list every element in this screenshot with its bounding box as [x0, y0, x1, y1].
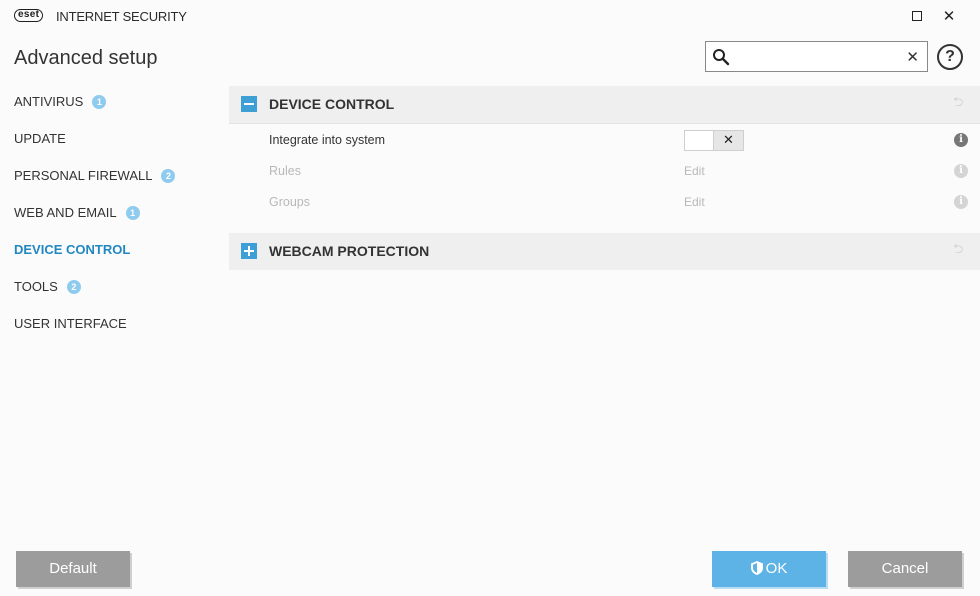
sidebar-item-user-interface[interactable]: USER INTERFACE [0, 305, 220, 342]
sidebar-item-tools[interactable]: TOOLS 2 [0, 268, 220, 305]
search-box: ✕ [705, 41, 928, 72]
page-title: Advanced setup [14, 47, 158, 69]
sidebar-item-personal-firewall[interactable]: PERSONAL FIREWALL 2 [0, 157, 220, 194]
sidebar-item-web-and-email[interactable]: WEB AND EMAIL 1 [0, 194, 220, 231]
maximize-button[interactable] [906, 6, 928, 26]
sidebar-item-label: WEB AND EMAIL [14, 205, 117, 220]
search-input[interactable] [736, 46, 901, 68]
maximize-icon [912, 11, 922, 21]
setting-label: Integrate into system [269, 133, 386, 147]
clear-search-icon[interactable]: ✕ [906, 47, 919, 67]
setting-row-groups: Groups Edit i [229, 187, 980, 217]
sidebar-item-label: TOOLS [14, 279, 58, 294]
setting-row-rules: Rules Edit i [229, 156, 980, 186]
section-title: DEVICE CONTROL [269, 96, 395, 112]
section-title: WEBCAM PROTECTION [269, 243, 430, 259]
section-header-device-control[interactable]: DEVICE CONTROL ⮌ [229, 86, 980, 123]
setting-row-integrate: Integrate into system ✕ i [229, 125, 980, 155]
sidebar-item-label: DEVICE CONTROL [14, 242, 131, 257]
revert-icon: ⮌ [953, 95, 964, 110]
notification-badge: 1 [92, 95, 107, 109]
sidebar-item-device-control[interactable]: DEVICE CONTROL [0, 231, 220, 268]
revert-icon: ⮌ [953, 242, 964, 257]
help-icon[interactable]: ? [937, 44, 963, 70]
notification-badge: 2 [66, 280, 81, 294]
ok-button[interactable]: OK [712, 551, 826, 587]
sidebar-item-label: ANTIVIRUS [14, 94, 84, 109]
divider [229, 123, 980, 124]
shield-icon [750, 561, 763, 575]
plus-icon[interactable] [241, 243, 257, 259]
product-name: INTERNET SECURITY [56, 9, 187, 24]
cancel-button[interactable]: Cancel [848, 551, 962, 587]
info-icon[interactable]: i [954, 195, 968, 209]
ok-label: OK [765, 560, 788, 577]
search-icon [713, 49, 730, 66]
notification-badge: 2 [161, 169, 176, 183]
info-icon[interactable]: i [954, 133, 968, 147]
eset-logo: eset [14, 9, 44, 22]
close-window-button[interactable]: ✕ [938, 6, 960, 26]
default-button[interactable]: Default [16, 551, 130, 587]
setting-label: Rules [269, 164, 301, 178]
minus-icon[interactable] [241, 96, 257, 112]
section-header-webcam-protection[interactable]: WEBCAM PROTECTION ⮌ [229, 233, 980, 270]
toggle-off-icon: ✕ [713, 131, 743, 150]
sidebar-item-label: UPDATE [14, 131, 66, 146]
sidebar-item-label: PERSONAL FIREWALL [14, 168, 153, 183]
info-icon[interactable]: i [954, 164, 968, 178]
groups-edit-link[interactable]: Edit [684, 187, 705, 217]
setting-label: Groups [269, 195, 310, 209]
sidebar-nav: ANTIVIRUS 1 UPDATE PERSONAL FIREWALL 2 WEB… [0, 83, 220, 342]
sidebar-item-antivirus[interactable]: ANTIVIRUS 1 [0, 83, 220, 120]
notification-badge: 1 [125, 206, 140, 220]
rules-edit-link[interactable]: Edit [684, 156, 705, 186]
sidebar-item-label: USER INTERFACE [14, 316, 127, 331]
integrate-toggle[interactable]: ✕ [684, 130, 744, 151]
title-bar: eset INTERNET SECURITY ✕ [0, 0, 980, 32]
sidebar-item-update[interactable]: UPDATE [0, 120, 220, 157]
